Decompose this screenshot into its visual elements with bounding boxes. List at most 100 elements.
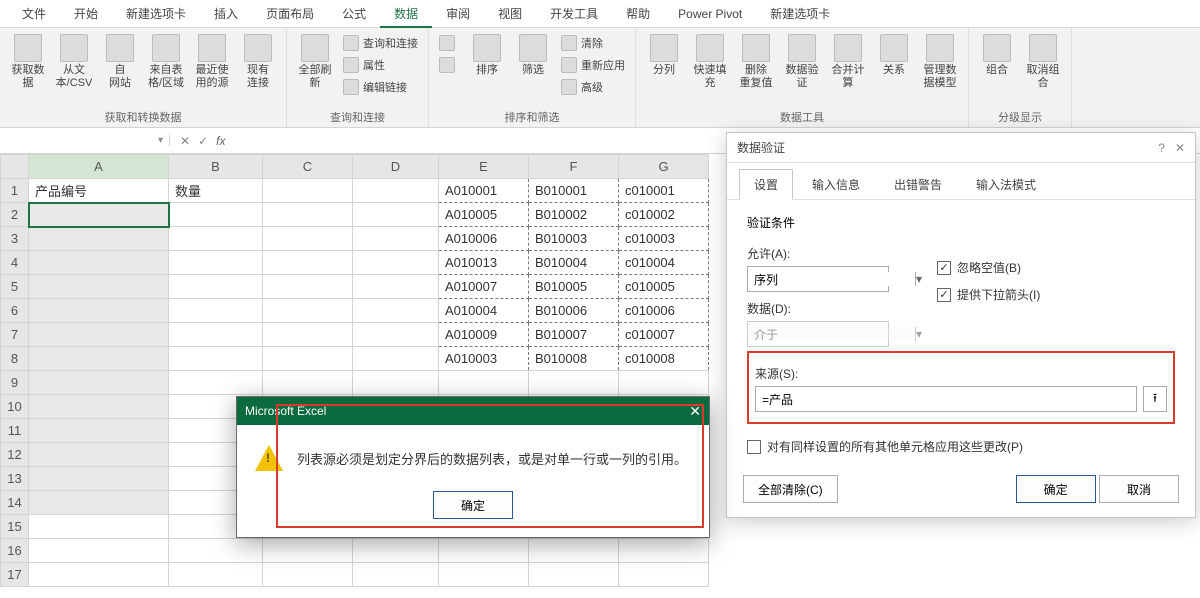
cell[interactable] [353, 323, 439, 347]
cell[interactable] [169, 563, 263, 587]
column-header[interactable]: G [619, 155, 709, 179]
cell[interactable]: B010004 [529, 251, 619, 275]
cell[interactable] [619, 563, 709, 587]
cell[interactable] [619, 371, 709, 395]
cell[interactable] [353, 563, 439, 587]
ribbon-small-button[interactable]: 清除 [557, 32, 629, 54]
ribbon-button[interactable]: 最近使用的源 [190, 32, 234, 92]
apply-all-checkbox[interactable]: 对有同样设置的所有其他单元格应用这些更改(P) [747, 438, 1175, 455]
cell[interactable]: c010008 [619, 347, 709, 371]
ok-button[interactable]: 确定 [1016, 475, 1096, 503]
cell[interactable] [169, 347, 263, 371]
cell[interactable] [353, 275, 439, 299]
chevron-down-icon[interactable]: ▾ [915, 272, 922, 286]
filter-button[interactable]: 筛选 [511, 32, 555, 79]
ribbon-small-button[interactable]: 重新应用 [557, 54, 629, 76]
ribbon-button[interactable]: 现有连接 [236, 32, 280, 92]
cell[interactable] [439, 539, 529, 563]
cell[interactable] [29, 419, 169, 443]
cell[interactable] [169, 251, 263, 275]
cell[interactable] [29, 563, 169, 587]
cell[interactable] [29, 395, 169, 419]
ribbon-tab[interactable]: 公式 [328, 0, 380, 28]
cell[interactable] [29, 371, 169, 395]
cell[interactable] [29, 347, 169, 371]
ribbon-button[interactable]: 关系 [872, 32, 916, 79]
cell[interactable] [169, 323, 263, 347]
cell[interactable] [439, 371, 529, 395]
cell[interactable] [29, 299, 169, 323]
row-header[interactable]: 10 [1, 395, 29, 419]
cell[interactable] [29, 251, 169, 275]
row-header[interactable]: 16 [1, 539, 29, 563]
cell[interactable] [29, 443, 169, 467]
chevron-down-icon[interactable]: ▾ [158, 135, 163, 146]
cell[interactable] [619, 539, 709, 563]
cell[interactable] [353, 347, 439, 371]
ribbon-tab[interactable]: 文件 [8, 0, 60, 28]
cell[interactable] [353, 251, 439, 275]
cell[interactable]: B010008 [529, 347, 619, 371]
ribbon-button[interactable]: 数据验证 [780, 32, 824, 92]
cell[interactable]: B010003 [529, 227, 619, 251]
row-header[interactable]: 15 [1, 515, 29, 539]
sort-az-button[interactable] [435, 32, 463, 54]
close-icon[interactable]: ✕ [1175, 141, 1185, 155]
ribbon-tab[interactable]: 新建选项卡 [112, 0, 200, 28]
row-header[interactable]: 2 [1, 203, 29, 227]
column-header[interactable]: D [353, 155, 439, 179]
cell[interactable] [353, 227, 439, 251]
ribbon-button[interactable]: 取消组合 [1021, 32, 1065, 92]
row-header[interactable]: 3 [1, 227, 29, 251]
cell[interactable]: B010002 [529, 203, 619, 227]
clear-all-button[interactable]: 全部清除(C) [743, 475, 838, 503]
cell[interactable] [263, 323, 353, 347]
cell[interactable]: B010007 [529, 323, 619, 347]
cell[interactable] [353, 203, 439, 227]
cell[interactable] [263, 563, 353, 587]
cell[interactable]: c010005 [619, 275, 709, 299]
sort-button[interactable]: 排序 [465, 32, 509, 79]
cell[interactable] [263, 275, 353, 299]
dialog-tab[interactable]: 输入信息 [797, 169, 875, 199]
column-header[interactable]: F [529, 155, 619, 179]
cell[interactable] [263, 251, 353, 275]
cell[interactable] [529, 539, 619, 563]
cell[interactable] [169, 539, 263, 563]
cell[interactable]: A010013 [439, 251, 529, 275]
row-header[interactable]: 12 [1, 443, 29, 467]
dialog-tab[interactable]: 设置 [739, 169, 793, 200]
row-header[interactable]: 17 [1, 563, 29, 587]
cell[interactable] [169, 299, 263, 323]
allow-combo[interactable]: ▾ [747, 266, 889, 292]
ribbon-small-button[interactable]: 查询和连接 [339, 32, 422, 54]
cell[interactable]: A010005 [439, 203, 529, 227]
cell[interactable]: A010004 [439, 299, 529, 323]
ribbon-tab[interactable]: 数据 [380, 0, 432, 28]
row-header[interactable]: 5 [1, 275, 29, 299]
column-header[interactable]: A [29, 155, 169, 179]
ignore-blank-checkbox[interactable]: ✓忽略空值(B) [937, 259, 1040, 276]
cell[interactable] [29, 515, 169, 539]
cell[interactable] [353, 371, 439, 395]
column-header[interactable]: C [263, 155, 353, 179]
ribbon-tab[interactable]: 视图 [484, 0, 536, 28]
ribbon-tab[interactable]: 页面布局 [252, 0, 328, 28]
cancel-button[interactable]: 取消 [1099, 475, 1179, 503]
cell[interactable]: A010003 [439, 347, 529, 371]
row-header[interactable]: 1 [1, 179, 29, 203]
source-input[interactable] [755, 386, 1137, 412]
check-icon[interactable]: ✓ [198, 134, 208, 148]
close-icon[interactable]: ✕ [689, 403, 701, 420]
row-header[interactable]: 6 [1, 299, 29, 323]
ribbon-button[interactable]: 从文本/CSV [52, 32, 96, 92]
ribbon-tab[interactable]: Power Pivot [664, 0, 756, 28]
row-header[interactable]: 7 [1, 323, 29, 347]
cell[interactable]: 产品编号 [29, 179, 169, 203]
row-header[interactable]: 4 [1, 251, 29, 275]
dialog-tab[interactable]: 出错警告 [879, 169, 957, 199]
column-header[interactable]: B [169, 155, 263, 179]
cell[interactable] [29, 275, 169, 299]
cell[interactable] [29, 539, 169, 563]
cell[interactable]: B010001 [529, 179, 619, 203]
